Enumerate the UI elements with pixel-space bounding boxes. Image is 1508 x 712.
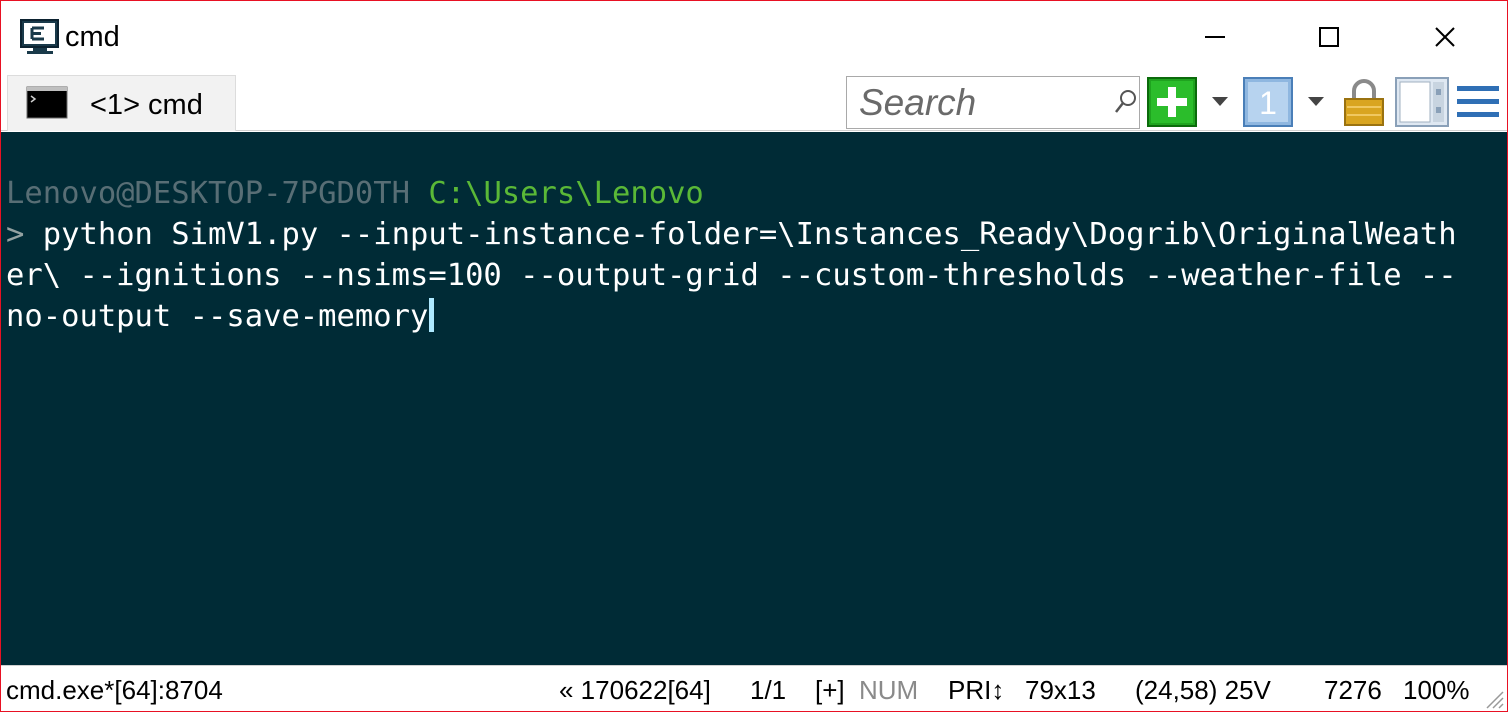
window-title: cmd bbox=[65, 21, 120, 53]
status-console-size[interactable]: 79x13 bbox=[1025, 675, 1096, 706]
minimize-button[interactable] bbox=[1187, 13, 1243, 61]
status-position: 1/1 bbox=[750, 675, 787, 705]
status-zoom[interactable]: 100% bbox=[1403, 675, 1470, 706]
buffer-button[interactable]: 1 bbox=[1243, 77, 1293, 127]
dropdown-icon bbox=[1308, 97, 1324, 106]
status-buffer[interactable]: « 170622[64] bbox=[559, 675, 711, 706]
command-text: er\ --ignitions --nsims=100 --output-gri… bbox=[6, 258, 1457, 293]
status-pid: 7276 bbox=[1324, 675, 1382, 705]
command-line: er\ --ignitions --nsims=100 --output-gri… bbox=[6, 256, 1457, 296]
close-button[interactable] bbox=[1417, 13, 1473, 61]
new-console-dropdown[interactable] bbox=[1207, 77, 1233, 127]
console-output[interactable]: Lenovo@DESKTOP-7PGD0TH C:\Users\Lenovo >… bbox=[1, 132, 1507, 665]
new-console-icon bbox=[1147, 77, 1197, 127]
search-input[interactable] bbox=[859, 82, 1109, 124]
hamburger-menu-icon bbox=[1457, 86, 1499, 117]
command-line: > python SimV1.py --input-instance-folde… bbox=[6, 215, 1457, 255]
title-bar[interactable]: cmd bbox=[1, 1, 1507, 73]
panel-icon bbox=[1395, 77, 1449, 127]
resize-grip-icon[interactable] bbox=[1483, 686, 1505, 709]
maximize-icon bbox=[1319, 27, 1339, 47]
buffer-icon: 1 bbox=[1243, 77, 1293, 127]
status-process[interactable]: cmd.exe*[64]:8704 bbox=[6, 675, 223, 706]
dropdown-icon bbox=[1212, 97, 1228, 106]
prompt-path: C:\Users\Lenovo bbox=[428, 176, 704, 211]
console-icon bbox=[26, 86, 74, 120]
prompt-host: Lenovo@DESKTOP-7PGD0TH bbox=[6, 176, 410, 211]
close-icon bbox=[1435, 27, 1455, 47]
maximize-button[interactable] bbox=[1301, 13, 1357, 61]
buffer-dropdown[interactable] bbox=[1303, 77, 1329, 127]
app-console-icon bbox=[19, 19, 61, 55]
command-text: python SimV1.py --input-instance-folder=… bbox=[24, 217, 1457, 252]
command-text: no-output --save-memory bbox=[6, 299, 429, 334]
lock-icon bbox=[1344, 79, 1384, 126]
status-priority[interactable]: PRI↕ bbox=[948, 675, 1004, 706]
tab-cmd[interactable]: <1> cmd bbox=[7, 75, 236, 131]
status-cursor-info: (24,58) 25V bbox=[1135, 675, 1271, 705]
status-plus[interactable]: [+] bbox=[815, 675, 845, 706]
main-menu-button[interactable] bbox=[1455, 77, 1501, 127]
minimize-icon bbox=[1205, 36, 1225, 38]
status-bar: cmd.exe*[64]:8704 « 170622[64] 1/1 [+] N… bbox=[1, 665, 1507, 711]
tab-label: <1> cmd bbox=[90, 89, 203, 121]
svg-text:1: 1 bbox=[1259, 85, 1277, 121]
prompt-symbol: > bbox=[6, 217, 25, 252]
conemu-window: cmd <1> cmd Search 1 Lenovo@DESKTOP-7PGD… bbox=[0, 0, 1508, 712]
text-cursor bbox=[429, 298, 435, 332]
command-line: no-output --save-memory bbox=[6, 297, 435, 337]
lock-button[interactable] bbox=[1339, 77, 1389, 127]
status-num-lock: NUM bbox=[859, 675, 919, 705]
search-box[interactable] bbox=[846, 76, 1140, 129]
new-console-button[interactable] bbox=[1147, 77, 1197, 127]
panel-button[interactable] bbox=[1395, 77, 1449, 127]
search-icon[interactable] bbox=[1113, 88, 1139, 121]
prompt-line: Lenovo@DESKTOP-7PGD0TH C:\Users\Lenovo bbox=[6, 174, 704, 214]
